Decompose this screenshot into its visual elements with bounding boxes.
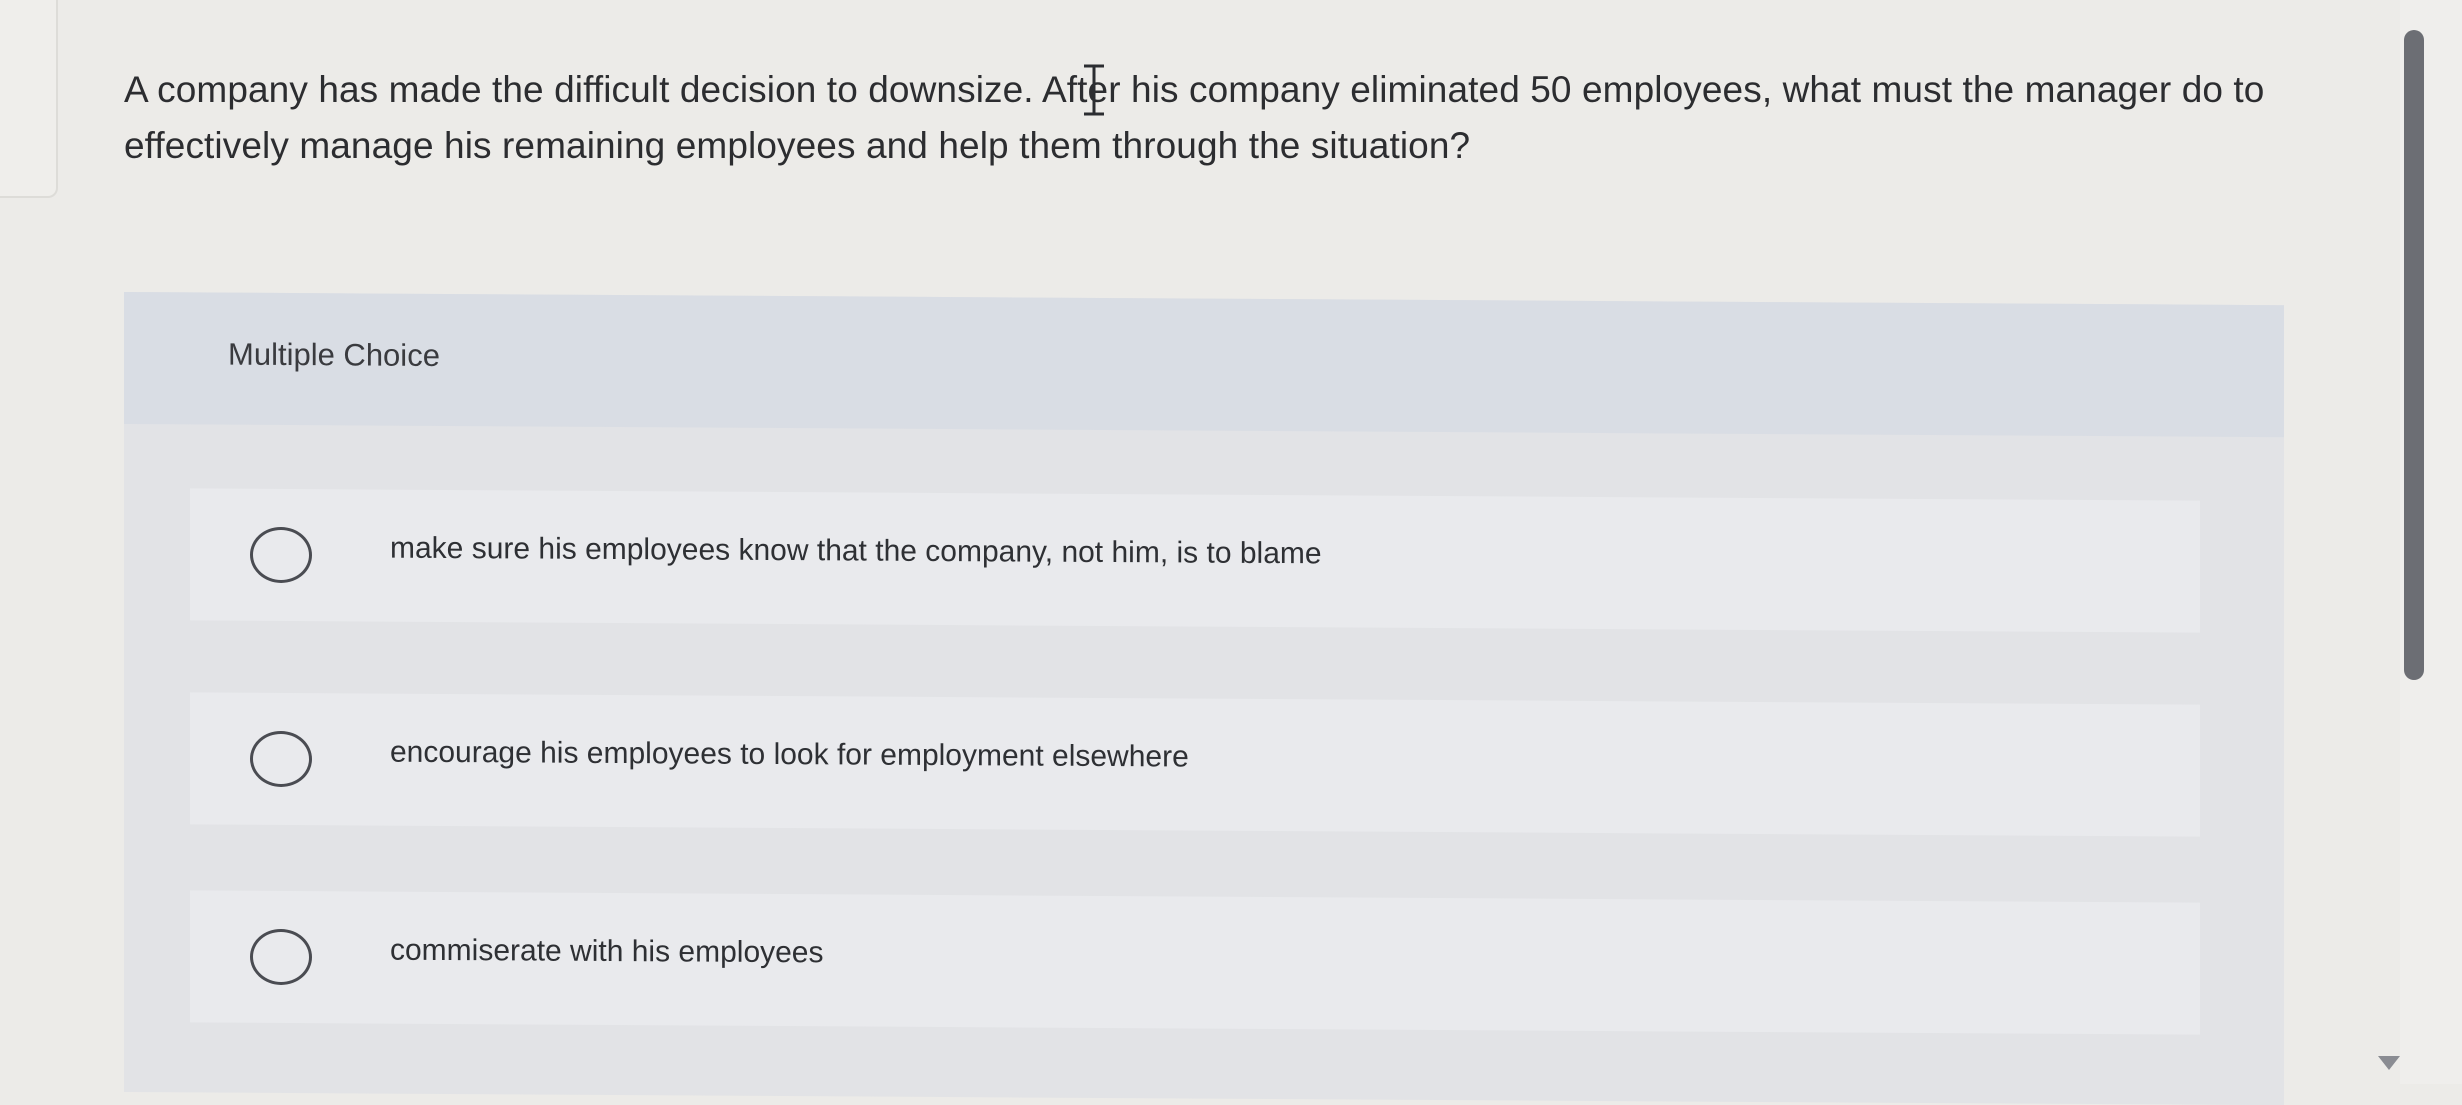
radio-unselected-icon[interactable]	[250, 928, 312, 986]
answer-option-2[interactable]: encourage his employees to look for empl…	[190, 692, 2200, 837]
radio-unselected-icon[interactable]	[250, 526, 312, 584]
scroll-down-arrow-icon[interactable]	[2378, 1056, 2400, 1070]
multiple-choice-header: Multiple Choice	[124, 292, 2284, 438]
side-tab	[0, 0, 58, 198]
answer-option-1[interactable]: make sure his employees know that the co…	[190, 488, 2200, 633]
scrollbar-thumb[interactable]	[2404, 30, 2424, 680]
text-cursor-icon	[1084, 64, 1104, 116]
answer-option-label: commiserate with his employees	[390, 933, 824, 970]
answer-option-label: make sure his employees know that the co…	[390, 531, 1322, 571]
multiple-choice-panel: Multiple Choice make sure his employees …	[124, 292, 2284, 1105]
answer-option-3[interactable]: commiserate with his employees	[190, 890, 2200, 1035]
question-text: A company has made the difficult decisio…	[124, 69, 2265, 166]
radio-unselected-icon[interactable]	[250, 730, 312, 788]
answer-option-label: encourage his employees to look for empl…	[390, 735, 1189, 774]
multiple-choice-title: Multiple Choice	[228, 336, 440, 373]
